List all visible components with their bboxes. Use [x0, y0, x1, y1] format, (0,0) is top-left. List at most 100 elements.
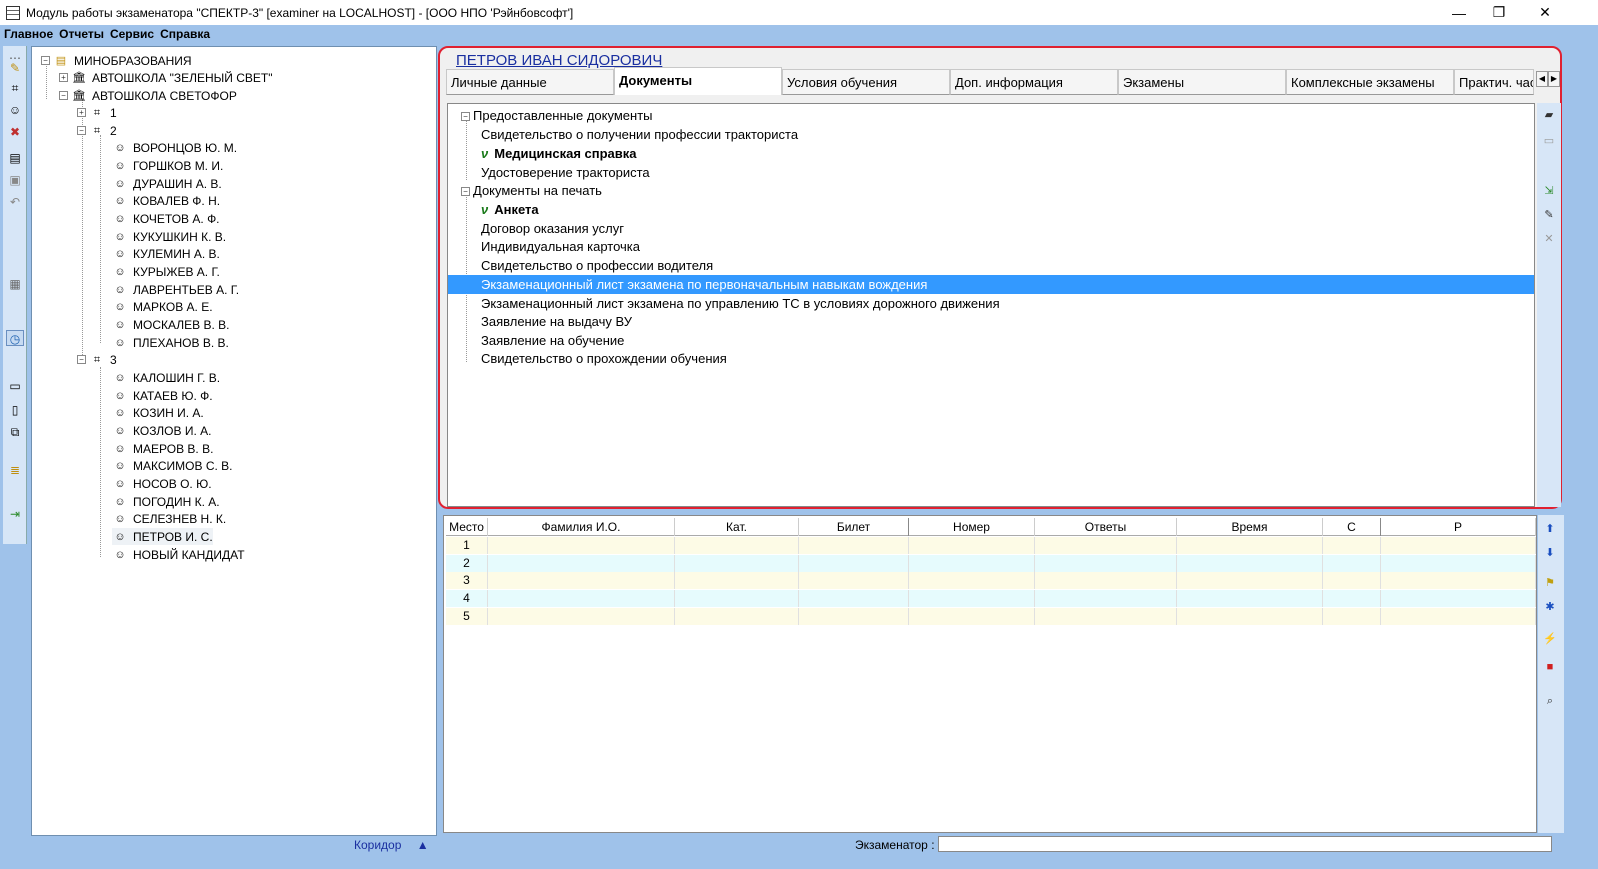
- pen-icon[interactable]: ✎: [6, 60, 24, 76]
- arrow-down-icon[interactable]: ⬇: [1542, 545, 1558, 561]
- doc-item[interactable]: Свидетельство о профессии водителя: [448, 256, 1534, 275]
- tree-candidate[interactable]: ☺ НОВЫЙ КАНДИДАТ: [112, 546, 244, 563]
- tree-candidate[interactable]: ☺ МОСКАЛЕВ В. В.: [112, 316, 229, 333]
- zoom-icon[interactable]: ⌕: [1542, 693, 1558, 709]
- doc-item[interactable]: Свидетельство о прохождении обучения: [448, 349, 1534, 368]
- table-row[interactable]: 1: [446, 537, 1536, 554]
- lightning-icon[interactable]: ⚡: [1542, 631, 1558, 647]
- documents-tree[interactable]: − Предоставленные документы Свидетельство…: [447, 103, 1535, 507]
- menu-service[interactable]: Сервис: [110, 27, 154, 41]
- menu-reports[interactable]: Отчеты: [59, 27, 104, 41]
- chevron-up-icon[interactable]: ▲: [417, 838, 429, 852]
- tree-candidate[interactable]: ☺ ЛАВРЕНТЬЕВ А. Г.: [112, 281, 239, 298]
- tree-candidate[interactable]: ☺ ВОРОНЦОВ Ю. М.: [112, 139, 237, 156]
- doc-item[interactable]: Заявление на выдачу ВУ: [448, 312, 1534, 331]
- doc-item-checked[interactable]: ν Медицинская справка: [448, 144, 1534, 163]
- tree-candidate-selected[interactable]: ☺ ПЕТРОВ И. С.: [112, 528, 213, 545]
- doc-item-checked[interactable]: ν Анкета: [448, 200, 1534, 219]
- tree-candidate[interactable]: ☺ КУРЫЖЕВ А. Г.: [112, 263, 219, 280]
- tab-training-conditions[interactable]: Условия обучения: [782, 69, 950, 95]
- tree-candidate[interactable]: ☺ КАЛОШИН Г. В.: [112, 369, 220, 386]
- flag-icon[interactable]: ⚑: [1542, 575, 1558, 591]
- open-folder-icon[interactable]: ▰: [1541, 107, 1557, 123]
- tab-additional-info[interactable]: Доп. информация: [950, 69, 1118, 95]
- menu-main[interactable]: Главное: [4, 27, 53, 41]
- calendar-icon[interactable]: ▦: [6, 276, 24, 292]
- tree-candidate[interactable]: ☺ МАЕРОВ В. В.: [112, 440, 213, 457]
- tree-root[interactable]: − ▤ МИНОБРАЗОВАНИЯ: [41, 52, 192, 69]
- col-name[interactable]: Фамилия И.О.: [488, 518, 675, 536]
- doc-item-selected[interactable]: Экзаменационный лист экзамена по первона…: [448, 275, 1534, 294]
- doc-group-provided[interactable]: − Предоставленные документы: [448, 106, 1534, 125]
- tree-candidate[interactable]: ☺ СЕЛЕЗНЕВ Н. К.: [112, 510, 226, 527]
- tree-candidate[interactable]: ☺ ПОГОДИН К. А.: [112, 493, 219, 510]
- tab-scroll-right-icon[interactable]: ▶: [1548, 71, 1560, 87]
- tree-group[interactable]: − ⌗ 3: [77, 351, 117, 368]
- close-button[interactable]: ✕: [1522, 0, 1568, 25]
- tree-candidate[interactable]: ☺ ГОРШКОВ М. И.: [112, 157, 223, 174]
- doc-item[interactable]: Индивидуальная карточка: [448, 237, 1534, 256]
- tab-exams[interactable]: Экзамены: [1118, 69, 1286, 95]
- undo-icon[interactable]: ↶: [6, 194, 24, 210]
- tree-candidate[interactable]: ☺ МАКСИМОВ С. В.: [112, 457, 232, 474]
- stop-icon[interactable]: ■: [1542, 659, 1558, 675]
- user-icon[interactable]: ☺: [6, 102, 24, 118]
- book-icon[interactable]: ▯: [6, 402, 24, 418]
- col-place[interactable]: Место: [446, 518, 488, 536]
- tree-candidate[interactable]: ☺ КОЧЕТОВ А. Ф.: [112, 210, 219, 227]
- doc-item[interactable]: Заявление на обучение: [448, 331, 1534, 350]
- select-icon[interactable]: ⌗: [6, 80, 24, 96]
- tree-school[interactable]: − 🏛 АВТОШКОЛА СВЕТОФОР: [59, 87, 237, 104]
- edit-icon[interactable]: ✎: [1541, 207, 1557, 223]
- tree-group[interactable]: + ⌗ 1: [77, 104, 117, 121]
- tree-candidate[interactable]: ☺ КУКУШКИН К. В.: [112, 228, 226, 245]
- tab-practical-part[interactable]: Практич. часть: [1454, 69, 1534, 95]
- tree-candidate[interactable]: ☺ МАРКОВ А. Е.: [112, 298, 212, 315]
- col-time[interactable]: Время: [1177, 518, 1323, 536]
- tree-candidate[interactable]: ☺ КОВАЛЕВ Ф. Н.: [112, 192, 220, 209]
- remove-icon[interactable]: ✕: [1541, 231, 1557, 247]
- scan-icon[interactable]: ▭: [1541, 133, 1557, 149]
- arrow-up-icon[interactable]: ⬆: [1542, 521, 1558, 537]
- doc-item[interactable]: Удостоверение тракториста: [448, 163, 1534, 182]
- tree-group[interactable]: − ⌗ 2: [77, 122, 117, 139]
- doc-group-print[interactable]: − Документы на печать: [448, 181, 1534, 200]
- tree-candidate[interactable]: ☺ ДУРАШИН А. В.: [112, 175, 221, 192]
- tree-candidate[interactable]: ☺ КАТАЕВ Ю. Ф.: [112, 387, 212, 404]
- menu-help[interactable]: Справка: [160, 27, 210, 41]
- gear-icon[interactable]: ✱: [1542, 599, 1558, 615]
- tree-candidate[interactable]: ☺ КОЗЛОВ И. А.: [112, 422, 211, 439]
- save-icon[interactable]: ▣: [6, 172, 24, 188]
- col-number[interactable]: Номер: [909, 518, 1035, 536]
- delete-user-icon[interactable]: ✖: [6, 124, 24, 140]
- monitor-icon[interactable]: ▭: [6, 378, 24, 394]
- col-ticket[interactable]: Билет: [799, 518, 909, 536]
- corridor-label[interactable]: Коридор ▲: [354, 838, 429, 852]
- candidate-tree[interactable]: − ▤ МИНОБРАЗОВАНИЯ + 🏛 АВТОШКОЛА "ЗЕЛЕНЫЙ СВ…: [31, 46, 437, 836]
- col-p[interactable]: Р: [1381, 518, 1536, 536]
- table-row[interactable]: 2: [446, 555, 1536, 572]
- tree-school[interactable]: + 🏛 АВТОШКОЛА "ЗЕЛЕНЫЙ СВЕТ": [59, 69, 273, 86]
- export-icon[interactable]: ⇲: [1541, 183, 1557, 199]
- col-c[interactable]: С: [1323, 518, 1381, 536]
- edit-document-icon[interactable]: ▤: [6, 150, 24, 166]
- tree-candidate[interactable]: ☺ НОСОВ О. Ю.: [112, 475, 211, 492]
- table-row[interactable]: 3: [446, 572, 1536, 589]
- tab-scroll-left-icon[interactable]: ◀: [1536, 71, 1548, 87]
- clock-icon[interactable]: ◷: [6, 330, 24, 346]
- tab-documents[interactable]: Документы: [614, 67, 782, 95]
- examiner-field[interactable]: [938, 836, 1552, 852]
- exit-icon[interactable]: ⇥: [6, 506, 24, 522]
- restore-button[interactable]: ❐: [1476, 0, 1522, 25]
- col-category[interactable]: Кат.: [675, 518, 799, 536]
- database-icon[interactable]: ≣: [6, 462, 24, 478]
- table-row[interactable]: 4: [446, 590, 1536, 607]
- doc-item[interactable]: Свидетельство о получении профессии трак…: [448, 125, 1534, 144]
- tab-complex-exams[interactable]: Комплексные экзамены: [1286, 69, 1454, 95]
- tree-candidate[interactable]: ☺ ПЛЕХАНОВ В. В.: [112, 334, 228, 351]
- tree-candidate[interactable]: ☺ КУЛЕМИН А. В.: [112, 245, 219, 262]
- network-icon[interactable]: ⧉: [6, 424, 24, 440]
- doc-item[interactable]: Договор оказания услуг: [448, 219, 1534, 238]
- tree-candidate[interactable]: ☺ КОЗИН И. А.: [112, 404, 203, 421]
- doc-item[interactable]: Экзаменационный лист экзамена по управле…: [448, 294, 1534, 313]
